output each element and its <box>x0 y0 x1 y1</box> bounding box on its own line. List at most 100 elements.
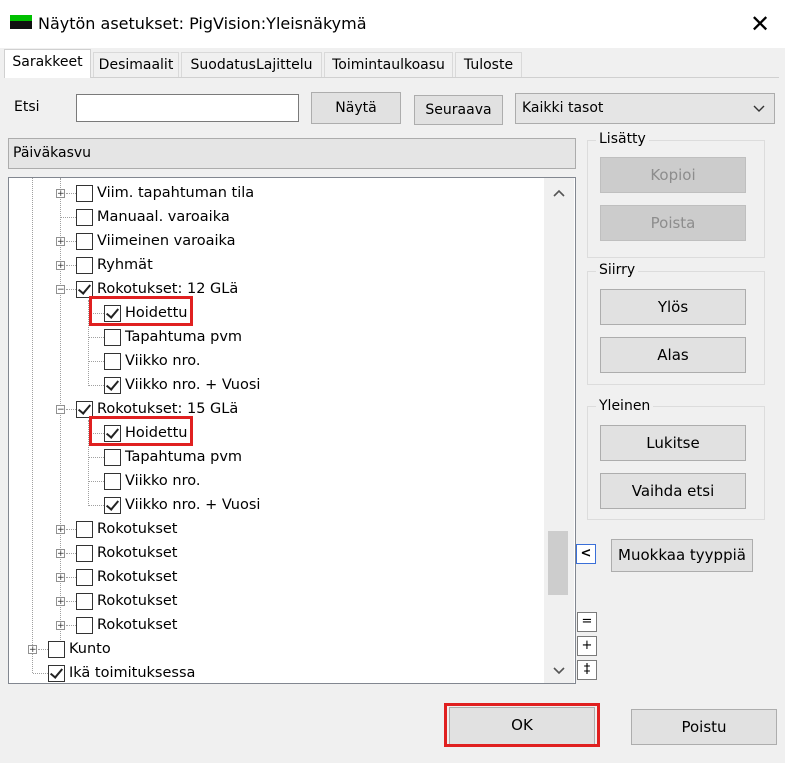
tree-label: Viikko nro. <box>125 353 201 369</box>
tree-plus-button[interactable]: + <box>577 636 597 656</box>
expand-icon[interactable]: + <box>56 189 65 199</box>
tree-checkbox[interactable] <box>104 473 121 490</box>
column-tree[interactable]: + Viim. tapahtuman tila Manuaal. varoaik… <box>8 177 576 684</box>
search-label: Etsi <box>14 99 40 115</box>
tab-print[interactable]: Tuloste <box>455 52 522 77</box>
tree-node[interactable]: + Rokotukset <box>9 613 549 637</box>
expand-icon[interactable]: + <box>28 645 37 655</box>
tree-scrollbar[interactable] <box>544 178 574 683</box>
tree-checkbox[interactable] <box>76 257 93 274</box>
collapse-icon[interactable]: − <box>56 405 65 415</box>
tree-expand-all-button[interactable]: ‡ <box>577 660 597 680</box>
tab-filter-sort[interactable]: SuodatusLajittelu <box>181 52 322 77</box>
expand-icon[interactable]: + <box>56 237 65 247</box>
close-button[interactable]: ✕ <box>738 6 782 42</box>
tree-node[interactable]: Tapahtuma pvm <box>9 325 549 349</box>
added-group-title: Lisätty <box>596 131 649 147</box>
tree-node[interactable]: + Rokotukset <box>9 565 549 589</box>
copy-button[interactable]: Kopioi <box>600 157 746 193</box>
tree-node[interactable]: + Rokotukset <box>9 541 549 565</box>
tree-node[interactable]: + Kunto <box>9 637 549 661</box>
tree-label: Ikä toimituksessa <box>69 665 196 681</box>
tree-checkbox[interactable] <box>104 329 121 346</box>
collapse-icon[interactable]: − <box>56 285 65 295</box>
tree-node[interactable]: + Viim. tapahtuman tila <box>9 181 549 205</box>
tree-checkbox[interactable] <box>76 593 93 610</box>
tree-label: Rokotukset <box>97 593 178 609</box>
tree-label: Viikko nro. + Vuosi <box>125 497 261 513</box>
scroll-up-icon[interactable] <box>544 182 574 204</box>
tree-node[interactable]: Ikä toimituksessa <box>9 661 549 683</box>
tree-label: Kunto <box>69 641 111 657</box>
level-select-value: Kaikki tasot <box>522 100 604 116</box>
scroll-down-icon[interactable] <box>544 660 574 682</box>
highlight-box <box>444 703 600 747</box>
tree-node[interactable]: Manuaal. varoaika <box>9 205 549 229</box>
general-group-title: Yleinen <box>596 398 654 414</box>
app-icon <box>10 15 32 29</box>
tab-action-layout[interactable]: Toimintaulkoasu <box>324 52 453 77</box>
chevron-down-icon <box>752 94 766 134</box>
exit-button[interactable]: Poistu <box>631 709 777 745</box>
level-select[interactable]: Kaikki tasot <box>515 93 775 124</box>
tree-node[interactable]: Tapahtuma pvm <box>9 445 549 469</box>
tree-label: Manuaal. varoaika <box>97 209 230 225</box>
tree-node[interactable]: Viikko nro. + Vuosi <box>9 373 549 397</box>
next-button[interactable]: Seuraava <box>414 95 503 125</box>
move-group-title: Siirry <box>596 262 639 278</box>
tree-checkbox[interactable] <box>48 641 65 658</box>
collapse-panel-button[interactable]: < <box>576 544 596 564</box>
switch-search-button[interactable]: Vaihda etsi <box>600 473 746 509</box>
tab-columns[interactable]: Sarakkeet <box>4 49 91 78</box>
lock-button[interactable]: Lukitse <box>600 425 746 461</box>
tree-equal-button[interactable]: = <box>577 612 597 632</box>
tree-label: Rokotukset <box>97 521 178 537</box>
tree-node[interactable]: Viikko nro. <box>9 349 549 373</box>
tree-checkbox[interactable] <box>48 665 65 682</box>
tree-label: Tapahtuma pvm <box>125 329 243 345</box>
search-input[interactable] <box>76 94 299 122</box>
window-title: Näytön asetukset: PigVision:Yleisnäkymä <box>38 14 367 33</box>
tree-label: Tapahtuma pvm <box>125 449 243 465</box>
expand-icon[interactable]: + <box>56 525 65 535</box>
tree-checkbox[interactable] <box>76 209 93 226</box>
tree-checkbox[interactable] <box>104 449 121 466</box>
expand-icon[interactable]: + <box>56 621 65 631</box>
tree-checkbox[interactable] <box>76 521 93 538</box>
tree-checkbox[interactable] <box>76 185 93 202</box>
tab-decimals[interactable]: Desimaalit <box>93 52 179 77</box>
tree-label: Rokotukset <box>97 569 178 585</box>
tree-node[interactable]: + Rokotukset <box>9 517 549 541</box>
expand-icon[interactable]: + <box>56 573 65 583</box>
move-down-button[interactable]: Alas <box>600 337 746 373</box>
move-up-button[interactable]: Ylös <box>600 289 746 325</box>
tree-node[interactable]: Viikko nro. <box>9 469 549 493</box>
scroll-thumb[interactable] <box>548 531 568 595</box>
tree-checkbox[interactable] <box>104 353 121 370</box>
delete-button[interactable]: Poista <box>600 205 746 241</box>
tree-checkbox[interactable] <box>76 569 93 586</box>
tree-node[interactable]: + Viimeinen varoaika <box>9 229 549 253</box>
tree-checkbox[interactable] <box>104 377 121 394</box>
group-header: Päiväkasvu <box>8 138 576 169</box>
expand-icon[interactable]: + <box>56 261 65 271</box>
tree-checkbox[interactable] <box>76 545 93 562</box>
edit-type-button[interactable]: Muokkaa tyyppiä <box>611 539 753 572</box>
tree-checkbox[interactable] <box>104 497 121 514</box>
expand-icon[interactable]: + <box>56 549 65 559</box>
show-button[interactable]: Näytä <box>311 92 401 124</box>
tree-label: Viimeinen varoaika <box>97 233 236 249</box>
tree-node[interactable]: + Ryhmät <box>9 253 549 277</box>
tree-label: Rokotukset <box>97 545 178 561</box>
tree-label: Viim. tapahtuman tila <box>97 185 255 201</box>
tree-checkbox[interactable] <box>76 233 93 250</box>
highlight-box <box>89 296 193 326</box>
tree-node[interactable]: + Rokotukset <box>9 589 549 613</box>
highlight-box <box>89 416 193 446</box>
tree-label: Ryhmät <box>97 257 153 273</box>
tree-checkbox[interactable] <box>76 617 93 634</box>
tree-label: Viikko nro. <box>125 473 201 489</box>
expand-icon[interactable]: + <box>56 597 65 607</box>
tree-node[interactable]: Viikko nro. + Vuosi <box>9 493 549 517</box>
tree-label: Viikko nro. + Vuosi <box>125 377 261 393</box>
